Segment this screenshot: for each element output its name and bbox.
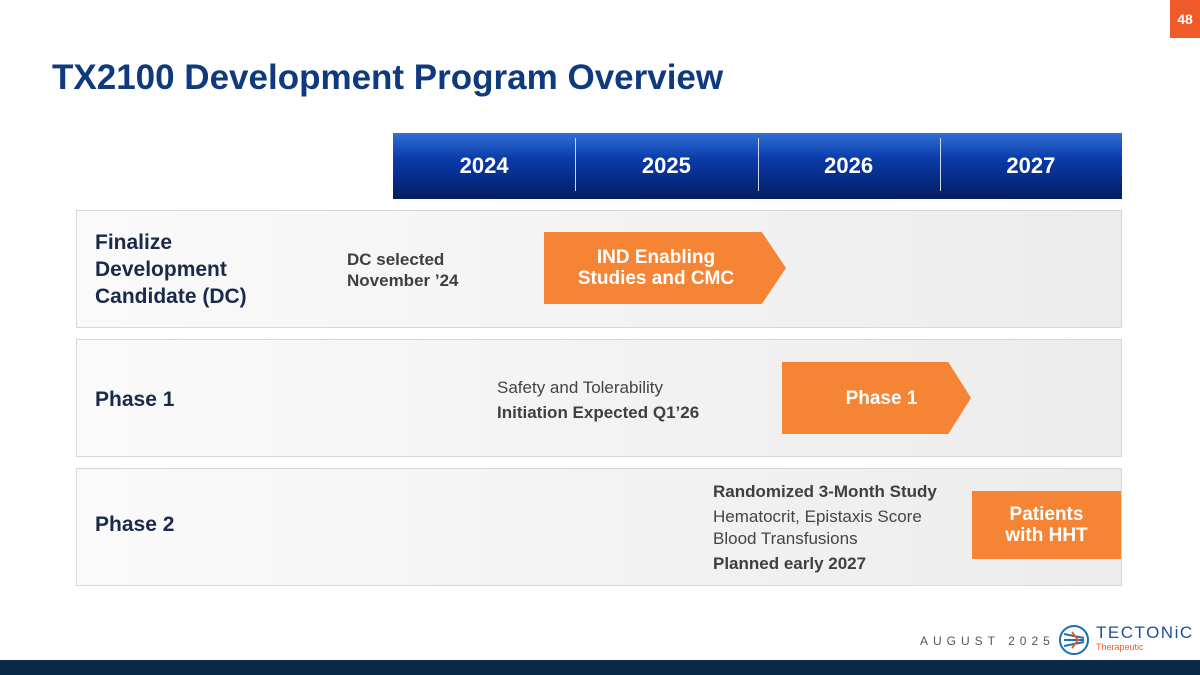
logo-word: TECTONiC — [1096, 623, 1194, 642]
page-number: 48 — [1170, 0, 1200, 38]
year-2027: 2027 — [939, 133, 1122, 199]
note-line: Randomized 3-Month Study — [713, 482, 937, 501]
phase-1-arrow: Phase 1 — [782, 362, 971, 434]
note-line: DC selected — [347, 250, 445, 269]
note-line: Blood Transfusions — [713, 529, 858, 548]
note-line: November ’24 — [347, 271, 459, 290]
note-line: Initiation Expected Q1’26 — [497, 403, 700, 422]
tectonic-logo-icon — [1059, 625, 1089, 655]
arrow-line: Studies and CMC — [577, 268, 735, 289]
note-line: Hematocrit, Epistaxis Score — [713, 507, 922, 526]
row-label-line: Finalize — [95, 231, 173, 254]
logo-subtitle: Therapeutic — [1096, 642, 1144, 652]
year-2024: 2024 — [459, 153, 509, 178]
page-title: TX2100 Development Program Overview — [52, 58, 724, 97]
year-2026: 2026 — [757, 133, 940, 199]
arrow-label: Phase 1 — [845, 387, 918, 409]
row-label-phase-2: Phase 2 — [95, 513, 175, 536]
arrow-line: IND Enabling — [596, 247, 716, 268]
logo-text: TECTONiC Therapeutic — [1096, 623, 1194, 654]
dc-selected-note: DC selected November ’24 — [347, 249, 459, 291]
row-phase-2: Phase 2 Randomized 3-Month Study Hematoc… — [76, 468, 1122, 586]
row-label-phase-1: Phase 1 — [95, 388, 175, 411]
patients-hht-box: Patients with HHT — [972, 491, 1121, 559]
ind-enabling-arrow: IND Enabling Studies and CMC — [544, 232, 786, 304]
row-phase-1: Phase 1 Safety and Tolerability Initiati… — [76, 339, 1122, 457]
phase-1-note: Safety and Tolerability Initiation Expec… — [497, 375, 699, 425]
row-development-candidate: Finalize Development Candidate (DC) DC s… — [76, 210, 1122, 328]
timeline-year-bar: 2024 2025 2026 2027 — [393, 133, 1122, 199]
phase-2-note: Randomized 3-Month Study Hematocrit, Epi… — [713, 481, 937, 575]
box-line: Patients — [1009, 504, 1084, 525]
footer-date: AUGUST 2025 — [920, 634, 1055, 648]
row-label-line: Candidate (DC) — [95, 285, 247, 308]
footer-bar — [0, 660, 1200, 675]
row-label-line: Development — [95, 258, 227, 281]
box-line: with HHT — [1005, 525, 1088, 546]
note-line: Planned early 2027 — [713, 554, 867, 573]
row-label-development-candidate: Finalize Development Candidate (DC) — [95, 229, 247, 310]
year-2025: 2025 — [575, 133, 757, 199]
note-line: Safety and Tolerability — [497, 378, 664, 397]
tectonic-logo: TECTONiC Therapeutic — [1058, 624, 1194, 656]
